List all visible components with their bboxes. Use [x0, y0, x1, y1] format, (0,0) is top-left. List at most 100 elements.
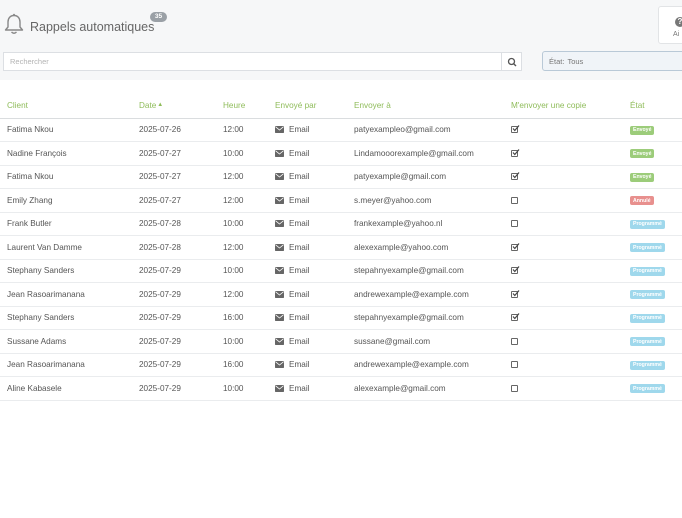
- table-row[interactable]: Jean Rasoarimanana 2025-07-29 12:00 Email an…: [0, 282, 682, 307]
- copy-checkbox[interactable]: [511, 125, 520, 134]
- cell-envoye-par: Email: [268, 212, 347, 236]
- copy-checkbox[interactable]: [511, 220, 518, 228]
- cell-email: patyexampleo@gmail.com: [347, 118, 504, 142]
- bell-icon: [4, 13, 24, 34]
- envelope-icon: [275, 196, 284, 204]
- column-header-etat[interactable]: État: [623, 93, 682, 119]
- cell-email: s.meyer@yahoo.com: [347, 188, 504, 213]
- cell-copy: [504, 259, 623, 283]
- status-badge: Programmé: [630, 219, 665, 229]
- cell-envoye-par: Email: [268, 353, 347, 377]
- column-header-client[interactable]: Client: [0, 93, 132, 119]
- cell-etat: Envoyé: [623, 118, 682, 142]
- cell-client: Fatima Nkou: [0, 118, 132, 142]
- cell-method-label: Email: [289, 266, 310, 276]
- status-badge: Programmé: [630, 313, 665, 323]
- cell-client: Stephany Sanders: [0, 306, 132, 330]
- cell-client: Nadine François: [0, 141, 132, 166]
- cell-method-label: Email: [289, 242, 310, 252]
- copy-checkbox[interactable]: [511, 148, 520, 157]
- copy-checkbox[interactable]: [511, 172, 520, 181]
- search-input[interactable]: [3, 52, 502, 71]
- cell-date: 2025-07-29: [132, 259, 216, 283]
- cell-etat: Programmé: [623, 282, 682, 307]
- table-row[interactable]: Laurent Van Damme 2025-07-28 12:00 Email ale…: [0, 235, 682, 260]
- status-badge: Programmé: [630, 266, 665, 276]
- cell-copy: [504, 141, 623, 166]
- table-row[interactable]: Frank Butler 2025-07-28 10:00 Email frankexa…: [0, 212, 682, 236]
- column-header-date[interactable]: Date▲: [132, 93, 216, 119]
- state-filter-value: Tous: [567, 57, 584, 66]
- cell-email: stepahnyexample@gmail.com: [347, 259, 504, 283]
- column-header-copie[interactable]: M'envoyer une copie: [504, 93, 623, 119]
- table-row[interactable]: Nadine François 2025-07-27 10:00 Email Linda…: [0, 141, 682, 166]
- cell-date: 2025-07-29: [132, 376, 216, 401]
- cell-email: patyexample@gmail.com: [347, 165, 504, 189]
- copy-checkbox[interactable]: [511, 361, 518, 369]
- cell-heure: 10:00: [216, 141, 268, 166]
- cell-etat: Envoyé: [623, 165, 682, 189]
- cell-date: 2025-07-29: [132, 353, 216, 377]
- cell-client: Aline Kabasele: [0, 376, 132, 401]
- cell-client: Jean Rasoarimanana: [0, 282, 132, 307]
- copy-checkbox[interactable]: [511, 313, 520, 322]
- table-row[interactable]: Emily Zhang 2025-07-27 12:00 Email s.meyer@y…: [0, 188, 682, 213]
- cell-email: Lindamooorexample@gmail.com: [347, 141, 504, 166]
- cell-etat: Programmé: [623, 306, 682, 330]
- cell-client: Fatima Nkou: [0, 165, 132, 189]
- copy-checkbox[interactable]: [511, 242, 520, 251]
- status-badge: Programmé: [630, 360, 665, 370]
- envelope-icon: [275, 384, 284, 392]
- search-icon: [507, 57, 517, 67]
- cell-envoye-par: Email: [268, 259, 347, 283]
- cell-date: 2025-07-26: [132, 118, 216, 142]
- cell-etat: Programmé: [623, 212, 682, 236]
- page-header: Rappels automatiques 35 ? Ai: [0, 0, 682, 46]
- state-filter-label: État:: [549, 57, 565, 66]
- cell-heure: 16:00: [216, 306, 268, 330]
- status-badge: Envoyé: [630, 125, 655, 135]
- toolbar: État:Tous: [0, 46, 682, 80]
- copy-checkbox[interactable]: [511, 337, 518, 345]
- cell-date: 2025-07-29: [132, 306, 216, 330]
- table-row[interactable]: Aline Kabasele 2025-07-29 10:00 Email alexex…: [0, 376, 682, 401]
- cell-envoye-par: Email: [268, 376, 347, 401]
- reminder-count-badge: 35: [150, 12, 167, 22]
- cell-copy: [504, 165, 623, 189]
- envelope-icon: [275, 149, 284, 157]
- cell-heure: 10:00: [216, 259, 268, 283]
- table-row[interactable]: Stephany Sanders 2025-07-29 10:00 Email step…: [0, 259, 682, 283]
- column-header-date-label: Date: [139, 100, 157, 110]
- copy-checkbox[interactable]: [511, 384, 518, 392]
- table-row[interactable]: Jean Rasoarimanana 2025-07-29 16:00 Email an…: [0, 353, 682, 377]
- copy-checkbox[interactable]: [511, 196, 518, 204]
- state-filter-select[interactable]: État: Tous: [542, 51, 682, 71]
- cell-date: 2025-07-29: [132, 329, 216, 354]
- cell-client: Sussane Adams: [0, 329, 132, 354]
- help-button[interactable]: ? Ai: [658, 6, 682, 44]
- cell-envoye-par: Email: [268, 188, 347, 213]
- table-row[interactable]: Stephany Sanders 2025-07-29 16:00 Email step…: [0, 306, 682, 330]
- status-badge: Programmé: [630, 337, 665, 346]
- search-button[interactable]: [501, 52, 522, 71]
- envelope-icon: [275, 173, 284, 181]
- column-header-envoye-par[interactable]: Envoyé par: [268, 93, 347, 119]
- cell-method-label: Email: [289, 125, 310, 135]
- cell-etat: Programmé: [623, 376, 682, 401]
- cell-client: Stephany Sanders: [0, 259, 132, 283]
- cell-envoye-par: Email: [268, 235, 347, 260]
- column-header-envoyer-a[interactable]: Envoyer à: [347, 93, 504, 119]
- column-header-heure[interactable]: Heure: [216, 93, 268, 119]
- cell-etat: Programmé: [623, 235, 682, 260]
- table-row[interactable]: Fatima Nkou 2025-07-27 12:00 Email patyexamp…: [0, 165, 682, 189]
- copy-checkbox[interactable]: [511, 266, 520, 275]
- status-badge: Annulé: [630, 196, 654, 205]
- table-row[interactable]: Fatima Nkou 2025-07-26 12:00 Email patyexamp…: [0, 118, 682, 142]
- cell-envoye-par: Email: [268, 141, 347, 166]
- page-title: Rappels automatiques: [30, 20, 155, 34]
- copy-checkbox[interactable]: [511, 289, 520, 298]
- envelope-icon: [275, 243, 284, 251]
- cell-envoye-par: Email: [268, 329, 347, 354]
- table-row[interactable]: Sussane Adams 2025-07-29 10:00 Email sussane…: [0, 329, 682, 354]
- cell-date: 2025-07-27: [132, 141, 216, 166]
